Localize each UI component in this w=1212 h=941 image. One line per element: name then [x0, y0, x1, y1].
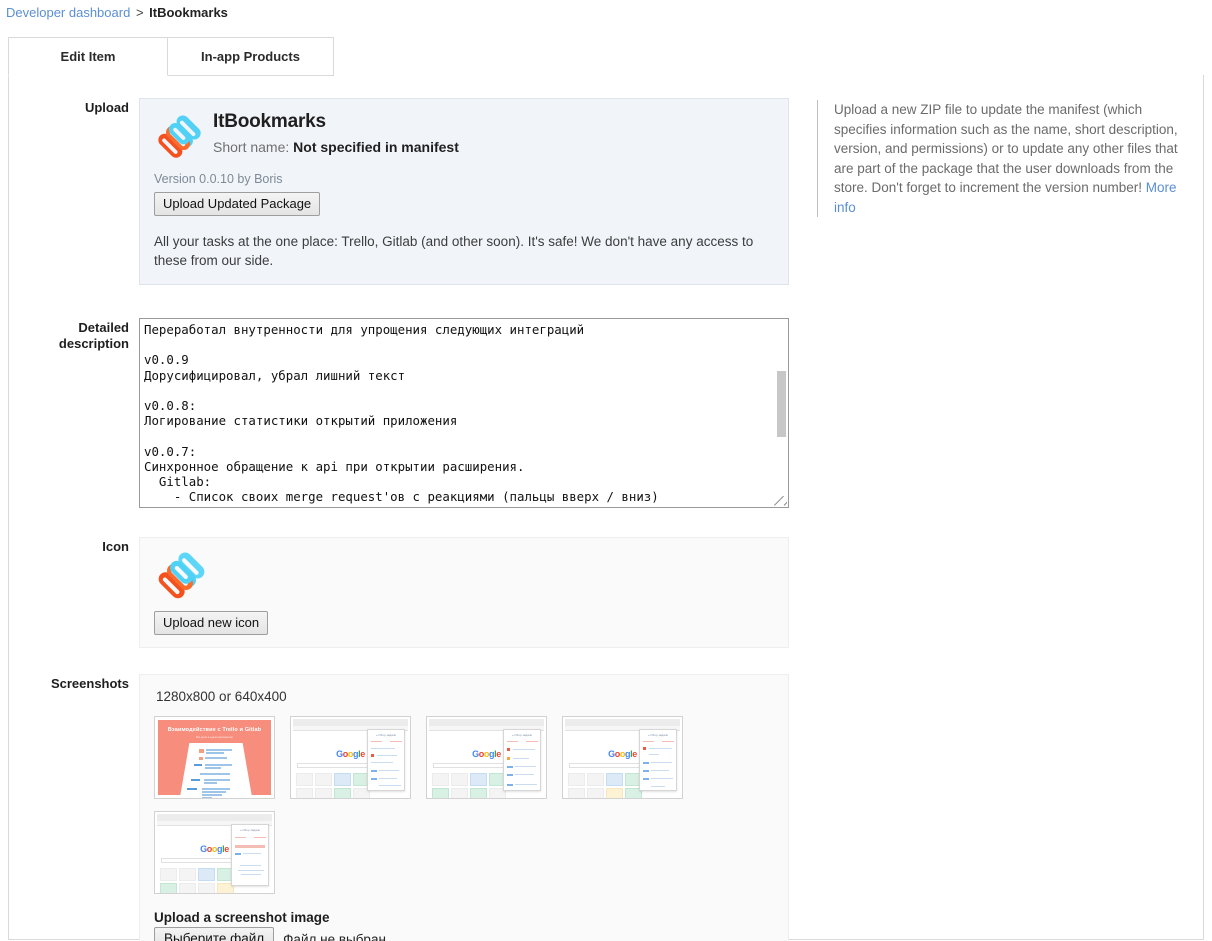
- form-row-detailed-description: Detailed description: [9, 318, 807, 508]
- package-short-name: Short name: Not specified in manifest: [213, 136, 459, 158]
- breadcrumb-link-developer-dashboard[interactable]: Developer dashboard: [6, 5, 130, 20]
- edit-item-panel: Upload ItBookmarks Short name: Not speci…: [8, 75, 1204, 941]
- upload-new-icon-button[interactable]: Upload new icon: [154, 611, 269, 635]
- screenshot-upload-label: Upload a screenshot image: [154, 910, 330, 925]
- extension-popup: « Сбор задачи: [503, 729, 541, 791]
- extension-popup: « Сбор задачи: [231, 824, 269, 886]
- textarea-scrollbar[interactable]: [775, 319, 788, 507]
- chain-link-icon: [154, 550, 208, 606]
- screenshot-google-popup-4[interactable]: Google « Сбор задачи: [154, 811, 275, 894]
- help-column: Upload a new ZIP file to update the mani…: [807, 98, 1197, 941]
- package-info-card: ItBookmarks Short name: Not specified in…: [139, 98, 789, 285]
- screenshots-panel: 1280x800 or 640x400 Взаимодействие с Tre…: [139, 674, 789, 941]
- textarea-resize-handle[interactable]: [774, 493, 787, 506]
- form-row-screenshots: Screenshots 1280x800 or 640x400 Взаимоде…: [9, 674, 807, 941]
- breadcrumb: Developer dashboard > ItBookmarks: [0, 0, 1212, 26]
- tab-in-app-products[interactable]: In-app Products: [167, 37, 334, 76]
- screenshot-file-input-row: Выберите файл Файл не выбран: [154, 927, 774, 941]
- screenshot-promo-title: Взаимодействие с Trello и Gitlab: [167, 727, 262, 733]
- textarea-scrollbar-thumb[interactable]: [777, 371, 786, 437]
- form-column: Upload ItBookmarks Short name: Not speci…: [9, 98, 807, 941]
- upload-updated-package-button[interactable]: Upload Updated Package: [154, 192, 321, 216]
- screenshot-promo-subtitle: Все дела в одном расширении: [195, 736, 234, 739]
- breadcrumb-separator: >: [135, 5, 144, 20]
- package-short-name-prefix: Short name:: [213, 139, 294, 155]
- screenshot-art: Google « Сбор задачи: [565, 719, 680, 798]
- tab-bar: Edit Item In-app Products: [8, 37, 1212, 76]
- form-row-icon: Icon Upload new icon: [9, 537, 807, 648]
- extension-popup: « Сбор задачи: [367, 729, 405, 791]
- screenshot-google-popup-3[interactable]: Google « Сбор задачи: [562, 716, 683, 799]
- package-short-name-value: Not specified in manifest: [293, 139, 459, 155]
- package-description: All your tasks at the one place: Trello,…: [154, 234, 754, 268]
- icon-panel: Upload new icon: [139, 537, 789, 648]
- upload-help-text: Upload a new ZIP file to update the mani…: [817, 100, 1197, 217]
- chosen-file-status: Файл не выбран: [283, 931, 386, 941]
- extension-popup: « Сбор задачи: [639, 729, 677, 791]
- breadcrumb-current-item: ItBookmarks: [149, 5, 228, 20]
- icon-row-label: Icon: [102, 539, 129, 554]
- package-version-line: Version 0.0.10 by Boris: [154, 172, 283, 186]
- screenshot-art: Google « Сбор задачи: [157, 814, 272, 893]
- tab-edit-item-label: Edit Item: [60, 49, 116, 64]
- detailed-description-row-label: Detailed description: [9, 318, 139, 508]
- upload-row-label: Upload: [84, 100, 129, 115]
- screenshot-art: Google « Сбор задачи: [429, 719, 544, 798]
- screenshot-thumbnail-grid: Взаимодействие с Trello и Gitlab Все дел…: [154, 716, 774, 894]
- screenshot-google-popup-2[interactable]: Google « Сбор задачи: [426, 716, 547, 799]
- screenshot-art: Google « Сбор задачи: [293, 719, 408, 798]
- detailed-description-label-line2: description: [58, 336, 129, 351]
- screenshots-row-label: Screenshots: [50, 676, 129, 691]
- screenshot-dimensions-hint: 1280x800 or 640x400: [156, 689, 287, 704]
- chain-link-icon: [154, 113, 204, 165]
- tab-in-app-products-label: In-app Products: [201, 49, 300, 64]
- screenshot-google-popup-1[interactable]: Google « Сбор задачи: [290, 716, 411, 799]
- tab-edit-item[interactable]: Edit Item: [8, 37, 168, 76]
- detailed-description-textarea[interactable]: [139, 318, 789, 508]
- screenshot-promo-coral[interactable]: Взаимодействие с Trello и Gitlab Все дел…: [154, 716, 275, 799]
- package-app-name: ItBookmarks: [213, 111, 326, 132]
- detailed-description-label-line1: Detailed: [78, 320, 129, 335]
- choose-file-button[interactable]: Выберите файл: [154, 927, 275, 941]
- upload-help-body: Upload a new ZIP file to update the mani…: [834, 102, 1178, 195]
- form-row-upload: Upload ItBookmarks Short name: Not speci…: [9, 98, 807, 285]
- screenshot-art: Взаимодействие с Trello и Gitlab Все дел…: [158, 720, 271, 798]
